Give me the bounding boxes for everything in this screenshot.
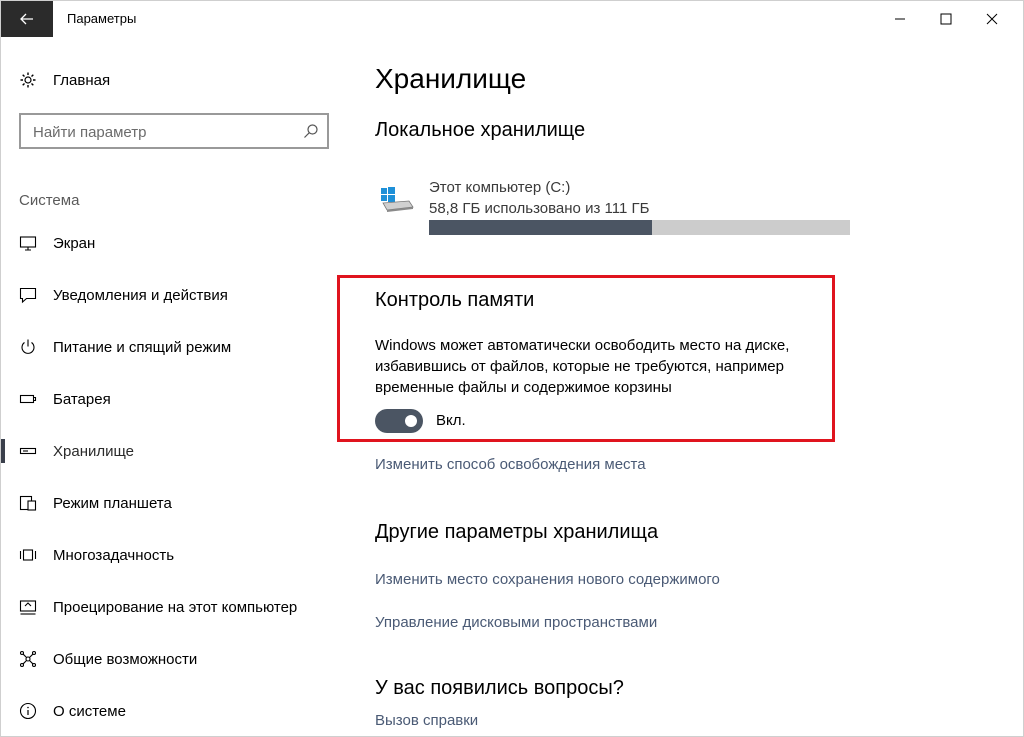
- search-icon[interactable]: [303, 123, 319, 139]
- section-label-system: Система: [19, 192, 80, 209]
- storage-usage-bar: [429, 220, 850, 235]
- storage-sense-toggle[interactable]: [375, 409, 423, 433]
- toggle-state-label: Вкл.: [436, 412, 466, 429]
- sidebar-item-label: Многозадачность: [53, 546, 175, 564]
- sidebar-item-battery[interactable]: Батарея: [1, 373, 351, 425]
- sidebar-item-label: Уведомления и действия: [53, 286, 228, 304]
- search-box[interactable]: [19, 113, 329, 149]
- window-title: Параметры: [67, 11, 137, 26]
- battery-icon: [19, 390, 37, 408]
- search-input[interactable]: [31, 121, 295, 143]
- sidebar-item-multitasking[interactable]: Многозадачность: [1, 529, 351, 581]
- sidebar-item-power[interactable]: Питание и спящий режим: [1, 321, 351, 373]
- storage-sense-description: Windows может автоматически освободить м…: [375, 337, 790, 396]
- close-button[interactable]: [969, 1, 1015, 37]
- drive-usage: 58,8 ГБ использовано из 111 ГБ: [429, 200, 650, 217]
- notifications-icon: [19, 286, 37, 304]
- sidebar-item-label: Батарея: [53, 390, 111, 408]
- manage-storage-spaces-link[interactable]: Управление дисковыми пространствами: [375, 614, 657, 631]
- sidebar-nav: Экран Уведомления и действия Питание и с…: [1, 217, 351, 736]
- projecting-icon: [19, 598, 37, 616]
- sidebar-item-notifications[interactable]: Уведомления и действия: [1, 269, 351, 321]
- minimize-button[interactable]: [877, 1, 923, 37]
- gear-icon: [19, 71, 37, 89]
- back-arrow-icon: [20, 13, 33, 25]
- title-bar: Параметры: [1, 1, 1023, 37]
- sidebar-item-label: О системе: [53, 702, 126, 720]
- sidebar-item-about[interactable]: О системе: [1, 685, 351, 736]
- shared-experiences-icon: [19, 650, 37, 668]
- maximize-icon: [940, 13, 952, 25]
- maximize-button[interactable]: [923, 1, 969, 37]
- home-link[interactable]: Главная: [19, 71, 110, 89]
- storage-usage-fill: [429, 220, 653, 235]
- sidebar-item-shared-experiences[interactable]: Общие возможности: [1, 633, 351, 685]
- storage-icon: [19, 442, 37, 460]
- sidebar-item-storage[interactable]: Хранилище: [1, 425, 351, 477]
- sidebar-item-tablet-mode[interactable]: Режим планшета: [1, 477, 351, 529]
- settings-window: Параметры Главная Система Экран: [0, 0, 1024, 737]
- sidebar-item-display[interactable]: Экран: [1, 217, 351, 269]
- sidebar-item-label: Экран: [53, 234, 96, 252]
- change-save-location-link[interactable]: Изменить место сохранения нового содержи…: [375, 571, 720, 588]
- monitor-icon: [19, 234, 37, 252]
- drive-icon: [381, 187, 414, 212]
- power-icon: [19, 338, 37, 356]
- back-button[interactable]: [1, 1, 53, 37]
- storage-sense-heading: Контроль памяти: [375, 289, 535, 311]
- tablet-mode-icon: [19, 494, 37, 512]
- sidebar: Главная Система Экран Уведомления и дейс…: [1, 37, 351, 736]
- minimize-icon: [895, 18, 905, 20]
- page-title: Хранилище: [375, 63, 527, 94]
- info-icon: [19, 702, 37, 720]
- get-help-link[interactable]: Вызов справки: [375, 712, 478, 729]
- local-storage-heading: Локальное хранилище: [375, 119, 586, 141]
- sidebar-item-label: Хранилище: [53, 442, 134, 460]
- questions-heading: У вас появились вопросы?: [375, 677, 624, 699]
- sidebar-item-label: Режим планшета: [53, 494, 172, 512]
- sidebar-item-projecting[interactable]: Проецирование на этот компьютер: [1, 581, 351, 633]
- other-storage-heading: Другие параметры хранилища: [375, 521, 659, 543]
- sidebar-item-label: Общие возможности: [53, 650, 198, 668]
- multitasking-icon: [19, 546, 37, 564]
- drive-name: Этот компьютер (C:): [429, 179, 571, 196]
- sidebar-item-label: Проецирование на этот компьютер: [53, 598, 298, 616]
- toggle-knob: [405, 415, 417, 427]
- sidebar-item-label: Питание и спящий режим: [53, 338, 232, 356]
- change-free-space-link[interactable]: Изменить способ освобождения места: [375, 456, 646, 473]
- close-icon: [986, 13, 998, 25]
- home-label: Главная: [53, 71, 111, 89]
